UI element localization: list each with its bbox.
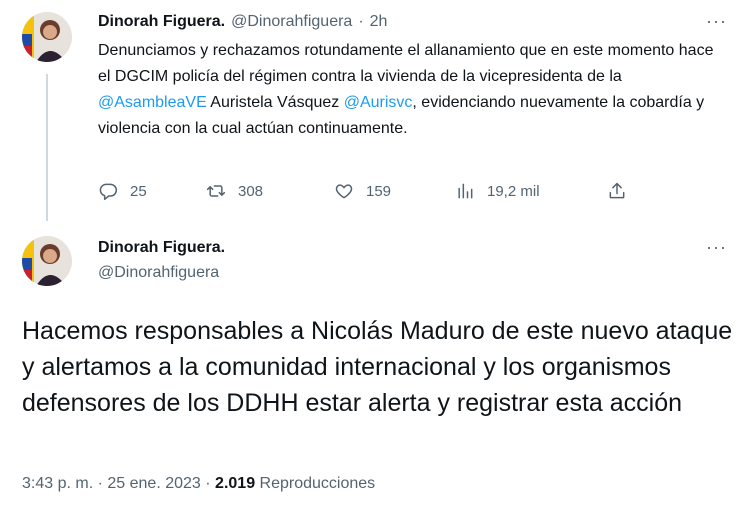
mention-link[interactable]: @Aurisvc bbox=[344, 94, 413, 111]
retweet-icon bbox=[206, 185, 226, 197]
views-label: Reproducciones bbox=[259, 475, 376, 492]
more-icon[interactable]: ··· bbox=[706, 237, 727, 258]
like-icon bbox=[335, 184, 353, 199]
avatar[interactable] bbox=[22, 12, 72, 62]
views-button[interactable]: 19,2 mil bbox=[455, 181, 540, 201]
avatar[interactable] bbox=[22, 236, 72, 286]
tweet-date[interactable]: 25 ene. 2023 bbox=[107, 475, 200, 492]
retweet-count: 308 bbox=[238, 182, 264, 200]
views-count: 19,2 mil bbox=[487, 182, 540, 200]
author-name[interactable]: Dinorah Figuera. bbox=[98, 13, 225, 31]
separator-dot: · bbox=[358, 13, 364, 30]
views-total: 2.019 bbox=[215, 475, 256, 492]
like-count: 159 bbox=[366, 182, 392, 200]
like-button[interactable]: 159 bbox=[334, 181, 391, 201]
tweet-text-part: Auristela Vásquez bbox=[206, 94, 344, 111]
mention-link[interactable]: @AsambleaVE bbox=[98, 94, 207, 111]
retweet-button[interactable]: 308 bbox=[206, 181, 263, 201]
tweet-text: Denunciamos y rechazamos rotundamente el… bbox=[98, 38, 728, 142]
tweet-timestamp[interactable]: 3:43 p. m. bbox=[22, 475, 93, 492]
more-icon[interactable]: ··· bbox=[706, 11, 727, 32]
share-icon bbox=[609, 182, 625, 199]
thread-connector-line bbox=[46, 74, 48, 221]
tweet-text-part: Denunciamos y rechazamos rotundamente el… bbox=[98, 42, 714, 85]
separator-dot: · bbox=[205, 475, 211, 492]
share-button[interactable] bbox=[607, 181, 627, 201]
reply-icon bbox=[99, 183, 118, 201]
tweet-time[interactable]: 2h bbox=[370, 13, 388, 31]
author-name[interactable]: Dinorah Figuera. bbox=[98, 239, 225, 257]
author-handle[interactable]: @Dinorahfiguera bbox=[231, 13, 352, 31]
tweet-text-main: Hacemos responsables a Nicolás Maduro de… bbox=[22, 317, 733, 417]
reply-button[interactable]: 25 bbox=[98, 181, 147, 201]
tweet-header: Dinorah Figuera. @Dinorahfiguera · 2h bbox=[98, 13, 387, 31]
reply-count: 25 bbox=[130, 182, 147, 200]
author-handle[interactable]: @Dinorahfiguera bbox=[98, 264, 219, 282]
tweet-meta: 3:43 p. m. · 25 ene. 2023 · 2.019 Reprod… bbox=[22, 475, 375, 493]
separator-dot: · bbox=[97, 475, 103, 492]
views-icon bbox=[458, 183, 473, 199]
